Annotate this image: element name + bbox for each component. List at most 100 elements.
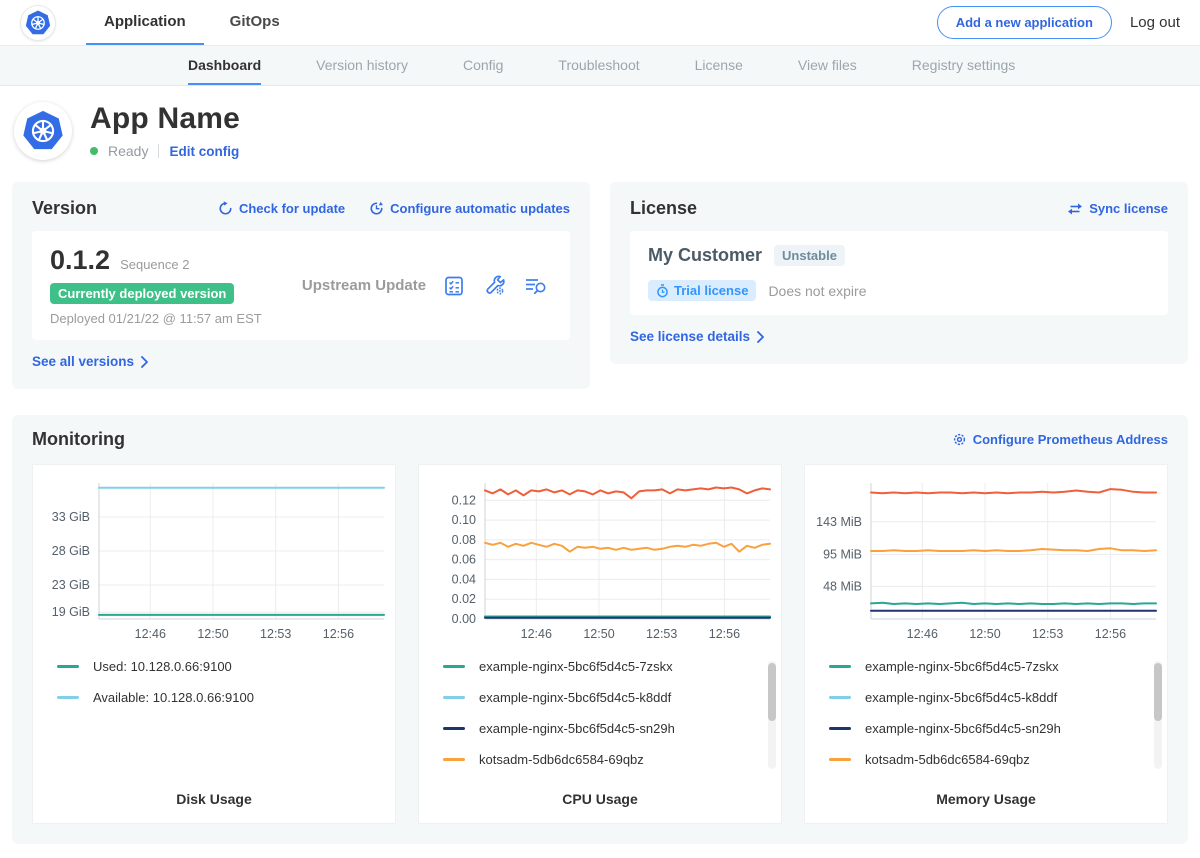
disk-usage-legend: Used: 10.128.0.66:9100 Available: 10.128… [33,645,395,771]
scrollbar-thumb[interactable] [768,663,776,721]
monitoring-title: Monitoring [32,429,125,450]
deployed-timestamp: Deployed 01/21/22 @ 11:57 am EST [50,311,285,326]
svg-text:12:46: 12:46 [134,627,165,641]
kubernetes-icon [25,10,51,36]
configure-automatic-updates-label: Configure automatic updates [390,201,570,216]
trial-license-label: Trial license [674,283,748,298]
chevron-right-icon [140,356,149,368]
edit-config-button[interactable] [483,274,506,297]
legend-label: example-nginx-5bc6f5d4c5-sn29h [479,721,675,736]
legend-item: example-nginx-5bc6f5d4c5-7zskx [829,659,1167,674]
deployed-badge: Currently deployed version [50,283,234,304]
brand [20,0,56,45]
svg-text:12:50: 12:50 [197,627,228,641]
kubernetes-logo [20,5,56,41]
legend-dash [829,696,851,699]
refresh-icon [218,201,233,216]
schedule-icon [369,201,384,216]
legend-item: example-nginx-5bc6f5d4c5-k8ddf [829,690,1167,705]
svg-text:12:56: 12:56 [322,627,353,641]
tab-version-history[interactable]: Version history [316,46,408,85]
legend-item: Available: 10.128.0.66:9100 [57,690,395,705]
tab-view-files[interactable]: View files [798,46,857,85]
license-card-header: License Sync license [630,198,1168,219]
tab-registry-settings[interactable]: Registry settings [912,46,1015,85]
memory-usage-legend: example-nginx-5bc6f5d4c5-7zskx example-n… [805,645,1167,771]
add-application-button[interactable]: Add a new application [937,6,1112,39]
configure-automatic-updates-link[interactable]: Configure automatic updates [369,201,570,216]
current-version-card: 0.1.2 Sequence 2 Currently deployed vers… [32,231,570,340]
channel-badge: Unstable [774,245,845,266]
version-card-actions: Check for update Configure automatic upd… [218,201,570,216]
tab-config[interactable]: Config [463,46,503,85]
svg-text:12:53: 12:53 [1032,627,1063,641]
tab-license[interactable]: License [695,46,743,85]
expiry-label: Does not expire [768,283,866,299]
logout-button[interactable]: Log out [1130,14,1180,31]
legend-item: kotsadm-5db6dc6584-69qbz [443,752,781,767]
tab-troubleshoot[interactable]: Troubleshoot [558,46,639,85]
license-card: License Sync license My Customer Unstabl… [610,182,1188,364]
memory-usage-card: 48 MiB95 MiB143 MiB12:4612:5012:5312:56 … [804,464,1168,824]
license-info-card: My Customer Unstable Trial license Does … [630,231,1168,315]
legend-dash [443,758,465,761]
disk-usage-card: 19 GiB23 GiB28 GiB33 GiB12:4612:5012:531… [32,464,396,824]
configure-prometheus-link[interactable]: Configure Prometheus Address [952,432,1168,447]
top-navbar: Application GitOps Add a new application… [0,0,1200,46]
sequence-label: Sequence 2 [120,257,189,272]
sync-license-label: Sync license [1089,201,1168,216]
see-all-versions-link[interactable]: See all versions [32,354,149,369]
legend-scrollbar[interactable] [1154,661,1162,769]
sync-license-link[interactable]: Sync license [1067,201,1168,216]
svg-text:23 GiB: 23 GiB [51,578,89,592]
app-header: App Name Ready Edit config [0,86,1200,176]
stopwatch-icon [656,284,669,298]
see-license-details-link[interactable]: See license details [630,329,765,344]
page-title: App Name [90,102,240,136]
ready-status-label: Ready [108,143,148,159]
edit-config-link[interactable]: Edit config [169,144,239,159]
tab-gitops-label: GitOps [230,13,280,30]
legend-item: example-nginx-5bc6f5d4c5-sn29h [443,721,781,736]
svg-text:143 MiB: 143 MiB [816,515,862,529]
cards-row: Version Check for update Configure au [0,176,1200,389]
legend-label: example-nginx-5bc6f5d4c5-7zskx [865,659,1059,674]
svg-text:12:56: 12:56 [1094,627,1125,641]
see-all-versions-label: See all versions [32,354,134,369]
svg-text:48 MiB: 48 MiB [823,579,862,593]
svg-text:12:46: 12:46 [906,627,937,641]
monitoring-header: Monitoring Configure Prometheus Address [32,429,1168,450]
svg-text:12:56: 12:56 [708,627,739,641]
svg-text:12:53: 12:53 [646,627,677,641]
svg-text:95 MiB: 95 MiB [823,547,862,561]
preflight-checks-button[interactable] [443,275,465,297]
view-diff-button[interactable] [524,275,548,297]
divider [158,144,159,158]
svg-text:0.08: 0.08 [451,533,475,547]
memory-usage-chart: 48 MiB95 MiB143 MiB12:4612:5012:5312:56 [807,475,1166,645]
tab-dashboard[interactable]: Dashboard [188,46,261,85]
legend-dash [829,758,851,761]
charts-row: 19 GiB23 GiB28 GiB33 GiB12:4612:5012:531… [32,464,1168,824]
legend-label: kotsadm-5db6dc6584-69qbz [865,752,1030,767]
svg-text:0.00: 0.00 [451,612,475,626]
scrollbar-thumb[interactable] [1154,663,1162,721]
tab-gitops[interactable]: GitOps [212,0,298,45]
svg-text:0.02: 0.02 [451,592,475,606]
svg-text:0.06: 0.06 [451,553,475,567]
license-card-title: License [630,198,697,219]
svg-text:0.04: 0.04 [451,572,475,586]
tab-application[interactable]: Application [86,0,204,45]
file-search-icon [524,275,548,297]
app-status-row: Ready Edit config [90,143,240,159]
cpu-usage-title: CPU Usage [419,791,781,807]
version-source-label: Upstream Update [285,277,443,294]
svg-text:0.10: 0.10 [451,513,475,527]
topnav-tabs: Application GitOps [86,0,298,45]
version-card: Version Check for update Configure au [12,182,590,389]
check-for-update-link[interactable]: Check for update [218,201,345,216]
topnav-right: Add a new application Log out [937,0,1180,45]
legend-dash [443,696,465,699]
check-for-update-label: Check for update [239,201,345,216]
legend-scrollbar[interactable] [768,661,776,769]
